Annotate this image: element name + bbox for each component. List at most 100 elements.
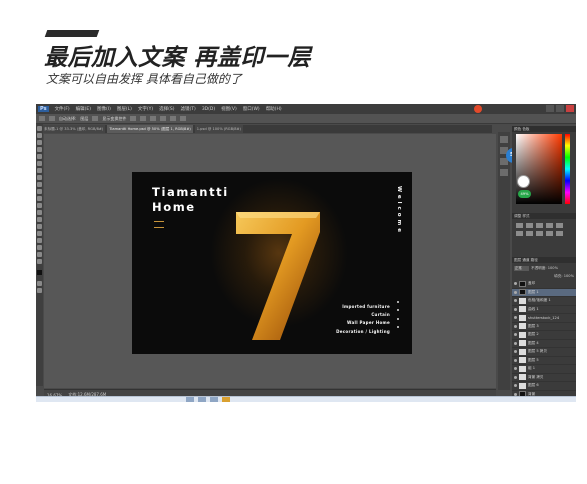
maximize-icon[interactable] <box>556 105 564 112</box>
menu-edit[interactable]: 编辑(E) <box>76 106 91 112</box>
align-top-icon[interactable] <box>130 116 137 121</box>
crop-tool-icon[interactable] <box>37 154 42 159</box>
layer-row[interactable]: 曲线 1 <box>512 306 576 314</box>
tab-document-3[interactable]: 1.psd @ 100% (RGB/8#) <box>194 125 243 133</box>
visibility-eye-icon[interactable] <box>514 282 517 286</box>
history-panel-icon[interactable] <box>500 136 508 143</box>
close-icon[interactable] <box>566 105 574 112</box>
menu-type[interactable]: 文字(Y) <box>138 106 153 112</box>
quick-select-tool-icon[interactable] <box>37 147 42 152</box>
taskbar-app-icon[interactable] <box>186 397 194 402</box>
history-brush-tool-icon[interactable] <box>37 189 42 194</box>
hue-slider[interactable] <box>565 134 570 204</box>
layer-row[interactable]: 图层 1 <box>512 288 576 297</box>
menu-image[interactable]: 图像(I) <box>97 106 111 112</box>
layer-row[interactable]: shutterstock_124 <box>512 314 576 323</box>
align-right-icon[interactable] <box>180 116 187 121</box>
move-tool-preset-icon[interactable] <box>39 116 45 121</box>
fill-field[interactable]: 填充: 100% <box>554 274 574 279</box>
visibility-eye-icon[interactable] <box>514 350 517 354</box>
blend-mode-select[interactable]: 正常 <box>514 265 529 271</box>
layer-row[interactable]: 图层 6 <box>512 382 576 391</box>
channel-mixer-icon[interactable] <box>556 231 563 236</box>
visibility-eye-icon[interactable] <box>514 307 517 311</box>
quick-mask-icon[interactable] <box>37 281 42 286</box>
hue-saturation-icon[interactable] <box>516 231 523 236</box>
layer-row[interactable]: 图层 5 拷贝 <box>512 348 576 357</box>
layer-row[interactable]: 背景 拷贝 <box>512 374 576 382</box>
minimize-icon[interactable] <box>546 105 554 112</box>
pen-tool-icon[interactable] <box>37 224 42 229</box>
align-middle-icon[interactable] <box>140 116 147 121</box>
brush-tool-icon[interactable] <box>37 175 42 180</box>
taskbar-app-icon[interactable] <box>222 397 230 402</box>
eraser-tool-icon[interactable] <box>37 196 42 201</box>
layer-row[interactable]: 图层 2 <box>512 331 576 340</box>
tab-document-1[interactable]: 未标题-1 @ 33.3% (盖印, RGB/8#) <box>42 125 106 133</box>
align-center-icon[interactable] <box>170 116 177 121</box>
taskbar-app-icon[interactable] <box>210 397 218 402</box>
layer-row[interactable]: 图层 3 <box>512 323 576 331</box>
visibility-eye-icon[interactable] <box>514 324 517 328</box>
visibility-eye-icon[interactable] <box>514 375 517 379</box>
notification-badge-icon[interactable] <box>474 105 482 113</box>
visibility-eye-icon[interactable] <box>514 316 517 320</box>
color-panel-header[interactable]: 颜色 色板 <box>512 126 576 132</box>
vibrance-icon[interactable] <box>556 223 563 228</box>
visibility-eye-icon[interactable] <box>514 299 517 303</box>
align-bottom-icon[interactable] <box>150 116 157 121</box>
visibility-eye-icon[interactable] <box>514 290 517 294</box>
zoom-tool-icon[interactable] <box>37 259 42 264</box>
brightness-icon[interactable] <box>516 223 523 228</box>
visibility-eye-icon[interactable] <box>514 333 517 337</box>
color-balance-icon[interactable] <box>526 231 533 236</box>
curves-icon[interactable] <box>536 223 543 228</box>
layer-row[interactable]: 组 1 <box>512 365 576 374</box>
blur-tool-icon[interactable] <box>37 210 42 215</box>
hand-tool-icon[interactable] <box>37 252 42 257</box>
levels-icon[interactable] <box>526 223 533 228</box>
visibility-eye-icon[interactable] <box>514 384 517 388</box>
shape-tool-icon[interactable] <box>37 245 42 250</box>
dodge-tool-icon[interactable] <box>37 217 42 222</box>
screen-mode-icon[interactable] <box>37 288 42 293</box>
opacity-field[interactable]: 不透明度: 100% <box>531 266 558 271</box>
current-color-swatch[interactable] <box>518 176 529 187</box>
document-canvas[interactable]: Tiamantti Home Welcome Imported furnitur… <box>132 172 412 354</box>
layer-row[interactable]: 色相/饱和度 1 <box>512 297 576 306</box>
path-select-tool-icon[interactable] <box>37 238 42 243</box>
menu-file[interactable]: 文件(F) <box>55 106 70 112</box>
auto-select-target[interactable]: 图层 <box>80 116 88 122</box>
layer-row[interactable]: 图层 5 <box>512 357 576 365</box>
menu-layer[interactable]: 图层(L) <box>117 106 132 112</box>
menu-view[interactable]: 视图(V) <box>221 106 237 112</box>
menu-window[interactable]: 窗口(W) <box>243 106 260 112</box>
menu-filter[interactable]: 滤镜(T) <box>181 106 196 112</box>
taskbar-app-icon[interactable] <box>198 397 206 402</box>
align-left-icon[interactable] <box>160 116 167 121</box>
show-transform-checkbox[interactable] <box>92 116 99 121</box>
exposure-icon[interactable] <box>546 223 553 228</box>
black-white-icon[interactable] <box>536 231 543 236</box>
healing-brush-tool-icon[interactable] <box>37 168 42 173</box>
photo-filter-icon[interactable] <box>546 231 553 236</box>
visibility-eye-icon[interactable] <box>514 367 517 371</box>
lasso-tool-icon[interactable] <box>37 140 42 145</box>
menu-select[interactable]: 选择(S) <box>159 106 174 112</box>
auto-select-checkbox[interactable] <box>49 116 55 121</box>
menu-help[interactable]: 帮助(H) <box>266 106 282 112</box>
clone-stamp-tool-icon[interactable] <box>37 182 42 187</box>
move-tool-icon[interactable] <box>37 126 42 131</box>
visibility-eye-icon[interactable] <box>514 358 517 362</box>
foreground-color-swatch[interactable] <box>37 270 44 277</box>
paragraph-panel-icon[interactable] <box>500 169 508 176</box>
eyedropper-tool-icon[interactable] <box>37 161 42 166</box>
visibility-eye-icon[interactable] <box>514 341 517 345</box>
gradient-tool-icon[interactable] <box>37 203 42 208</box>
menu-3d[interactable]: 3D(D) <box>202 107 215 112</box>
type-tool-icon[interactable] <box>37 231 42 236</box>
marquee-tool-icon[interactable] <box>37 133 42 138</box>
tab-document-2[interactable]: Tiamantti Home.psd @ 50% (图层 1, RGB/8#) <box>107 125 193 133</box>
layer-row[interactable]: 图层 4 <box>512 340 576 348</box>
layer-row[interactable]: 盖印 <box>512 280 576 289</box>
